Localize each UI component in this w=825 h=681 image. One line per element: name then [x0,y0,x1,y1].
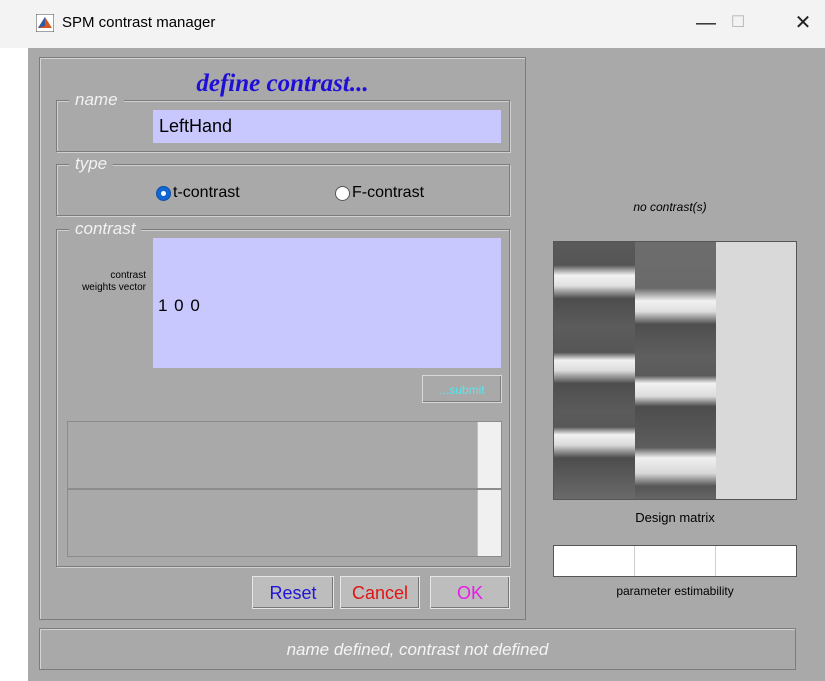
contrast-weights-label: contrast weights vector [82,270,146,293]
no-contrast-text: no contrast(s) [633,200,707,214]
maximize-button[interactable]: ☐ [715,6,761,40]
submit-button[interactable]: ...submit [422,375,502,403]
cancel-button[interactable]: Cancel [340,576,420,609]
contrast-group-legend: contrast [69,219,142,239]
reset-button[interactable]: Reset [252,576,334,609]
listbox-scrollbar-top[interactable] [477,422,501,488]
status-message: name defined, contrast not defined [39,628,796,670]
window-title: SPM contrast manager [62,14,216,31]
contrast-listbox-bottom[interactable] [67,489,502,557]
estimability-divider [715,546,716,576]
contrast-name-input[interactable]: LeftHand [153,110,501,143]
contrast-weights-value[interactable]: 1 0 0 [158,296,201,316]
f-contrast-label[interactable]: F-contrast [352,184,424,202]
matlab-logo-icon [35,13,55,33]
type-group-legend: type [69,154,114,174]
f-contrast-radio[interactable] [335,186,350,201]
type-group [56,164,510,216]
close-button[interactable]: ✕ [780,6,825,40]
listbox-scrollbar-bottom[interactable] [477,490,501,556]
t-contrast-radio[interactable] [156,186,171,201]
design-matrix-image [553,241,797,500]
contrast-listbox-top[interactable] [67,421,502,489]
parameter-estimability-label: parameter estimability [616,584,734,598]
parameter-estimability-bar [553,545,797,577]
design-matrix-label: Design matrix [635,510,715,525]
t-contrast-label[interactable]: t-contrast [173,184,240,202]
contrast-weights-input[interactable] [153,238,501,368]
name-group-legend: name [69,90,124,110]
ok-button[interactable]: OK [430,576,510,609]
estimability-divider [634,546,635,576]
